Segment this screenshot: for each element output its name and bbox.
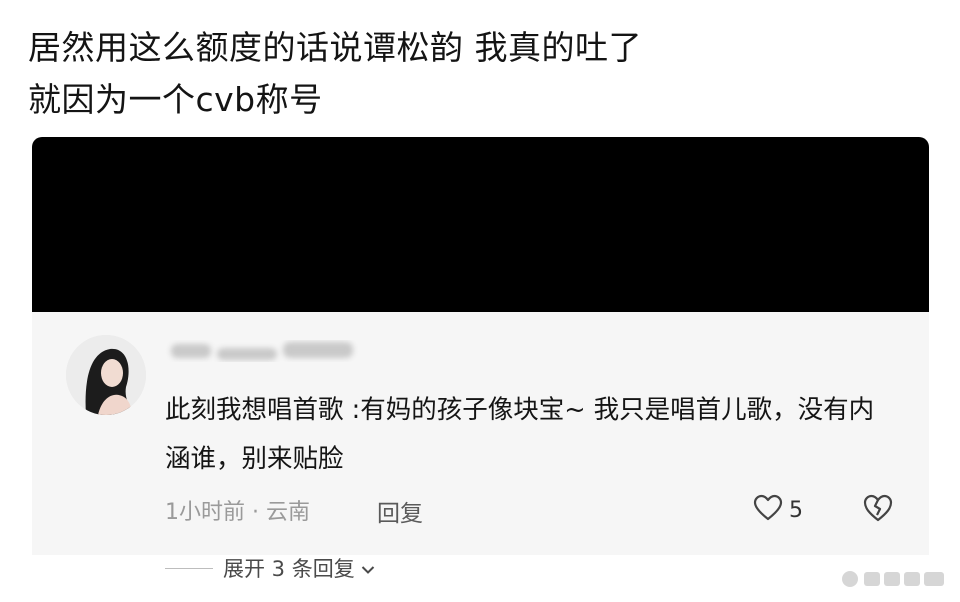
watermark [840, 566, 950, 592]
dislike-button[interactable] [862, 493, 894, 527]
like-button[interactable]: 5 [753, 494, 803, 526]
broken-heart-icon [862, 494, 894, 527]
avatar[interactable] [66, 335, 146, 415]
expand-divider [165, 567, 213, 569]
expand-replies-label: 展开 3 条回复 [223, 557, 355, 581]
redacted-block [32, 137, 929, 315]
post-line-2: 就因为一个cvb称号 [28, 80, 323, 119]
comment-meta: 1小时前 · 云南 [165, 500, 310, 525]
heart-icon [753, 494, 783, 526]
comment-text: 此刻我想唱首歌 :有妈的孩子像块宝~ 我只是唱首儿歌，没有内涵谁，别来贴脸 [165, 395, 875, 474]
username-blurred[interactable] [165, 336, 375, 370]
reply-button[interactable]: 回复 [377, 494, 423, 528]
expand-replies-button[interactable]: 展开 3 条回复 [165, 553, 375, 583]
post-line-1: 居然用这么额度的话说谭松韵 我真的吐了 [28, 28, 642, 67]
like-count: 5 [789, 497, 803, 523]
post-text: 居然用这么额度的话说谭松韵 我真的吐了 就因为一个cvb称号 [28, 22, 928, 126]
chevron-down-icon [361, 556, 375, 580]
